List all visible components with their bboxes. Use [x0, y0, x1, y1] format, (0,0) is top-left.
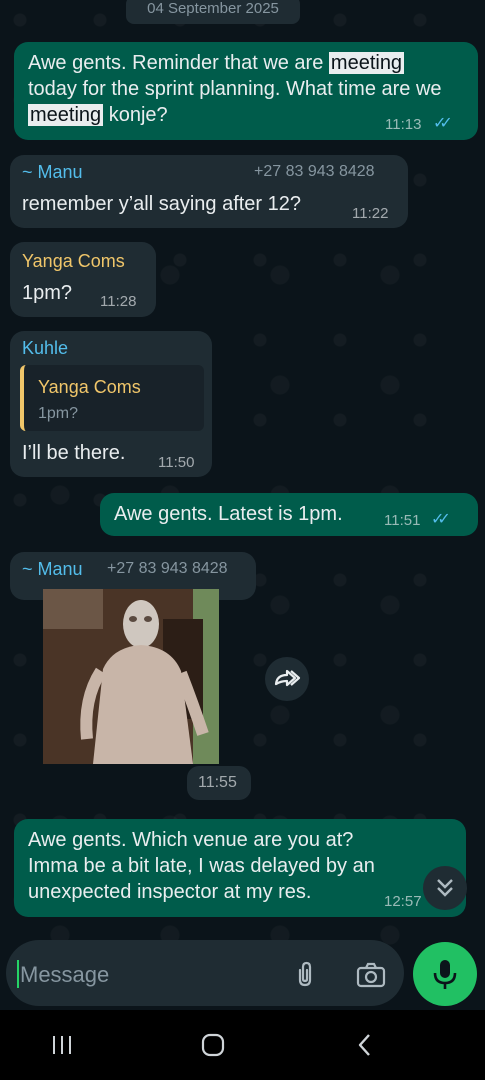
search-highlight: meeting: [328, 52, 405, 74]
sender-name[interactable]: Yanga Coms: [22, 251, 125, 272]
back-icon[interactable]: [355, 1032, 375, 1058]
message-time: 11:50: [158, 454, 195, 471]
message-incoming[interactable]: Yanga Coms 1pm? 11:28: [10, 242, 156, 317]
sender-name[interactable]: ~ Manu: [22, 162, 83, 183]
sender-phone: +27 83 943 8428: [107, 560, 228, 577]
message-text: 1pm?: [22, 282, 73, 304]
quoted-sender: Yanga Coms: [38, 377, 141, 397]
system-navigation-bar: [0, 1010, 485, 1080]
message-outgoing[interactable]: Awe gents. Latest is 1pm. 11:51 ✓✓: [100, 493, 478, 536]
sender-phone: +27 83 943 8428: [254, 163, 375, 180]
message-input[interactable]: Message: [6, 940, 404, 1006]
message-time: 11:51: [384, 512, 421, 529]
message-incoming[interactable]: Kuhle Yanga Coms 1pm? I’ll be there. 11:…: [10, 331, 212, 477]
sender-name[interactable]: ~ Manu: [22, 559, 83, 580]
message-outgoing[interactable]: Awe gents. Reminder that we are meeting …: [14, 42, 478, 140]
quoted-text: 1pm?: [38, 405, 79, 422]
search-highlight: meeting: [28, 104, 104, 126]
message-time: 11:13: [385, 116, 422, 133]
message-outgoing[interactable]: Awe gents. Which venue are you at? Imma …: [14, 819, 466, 917]
chevron-double-down-icon[interactable]: [423, 866, 467, 910]
quoted-message[interactable]: Yanga Coms 1pm?: [20, 365, 204, 431]
media-thumbnail[interactable]: [43, 589, 219, 764]
message-time: 11:55: [198, 774, 237, 791]
sender-name[interactable]: Kuhle: [22, 338, 68, 359]
message-text: remember y’all saying after 12?: [22, 193, 302, 215]
double-check-icon: ✓✓: [433, 115, 453, 132]
forward-icon[interactable]: [265, 657, 309, 701]
home-icon[interactable]: [200, 1033, 226, 1057]
text-caret: [17, 960, 19, 988]
message-placeholder: Message: [20, 962, 110, 987]
image-content: [43, 589, 219, 764]
message-incoming[interactable]: ~ Manu +27 83 943 8428 remember y’all sa…: [10, 155, 408, 228]
message-time: 11:28: [100, 293, 137, 310]
recents-icon[interactable]: [50, 1034, 74, 1056]
message-text: I’ll be there.: [22, 442, 126, 464]
message-composer: Message: [0, 936, 485, 1010]
message-time: 12:57: [384, 893, 422, 910]
microphone-icon[interactable]: [413, 942, 477, 1006]
message-text: Awe gents. Latest is 1pm.: [114, 503, 343, 525]
double-check-icon: ✓✓: [431, 511, 451, 528]
camera-icon[interactable]: [356, 962, 386, 988]
chat-background: 04 September 2025 Awe gents. Reminder th…: [0, 0, 485, 1010]
media-time-chip: 11:55: [187, 766, 251, 800]
date-separator: 04 September 2025: [126, 0, 300, 24]
message-time: 11:22: [352, 205, 389, 222]
paperclip-icon[interactable]: [292, 960, 318, 988]
